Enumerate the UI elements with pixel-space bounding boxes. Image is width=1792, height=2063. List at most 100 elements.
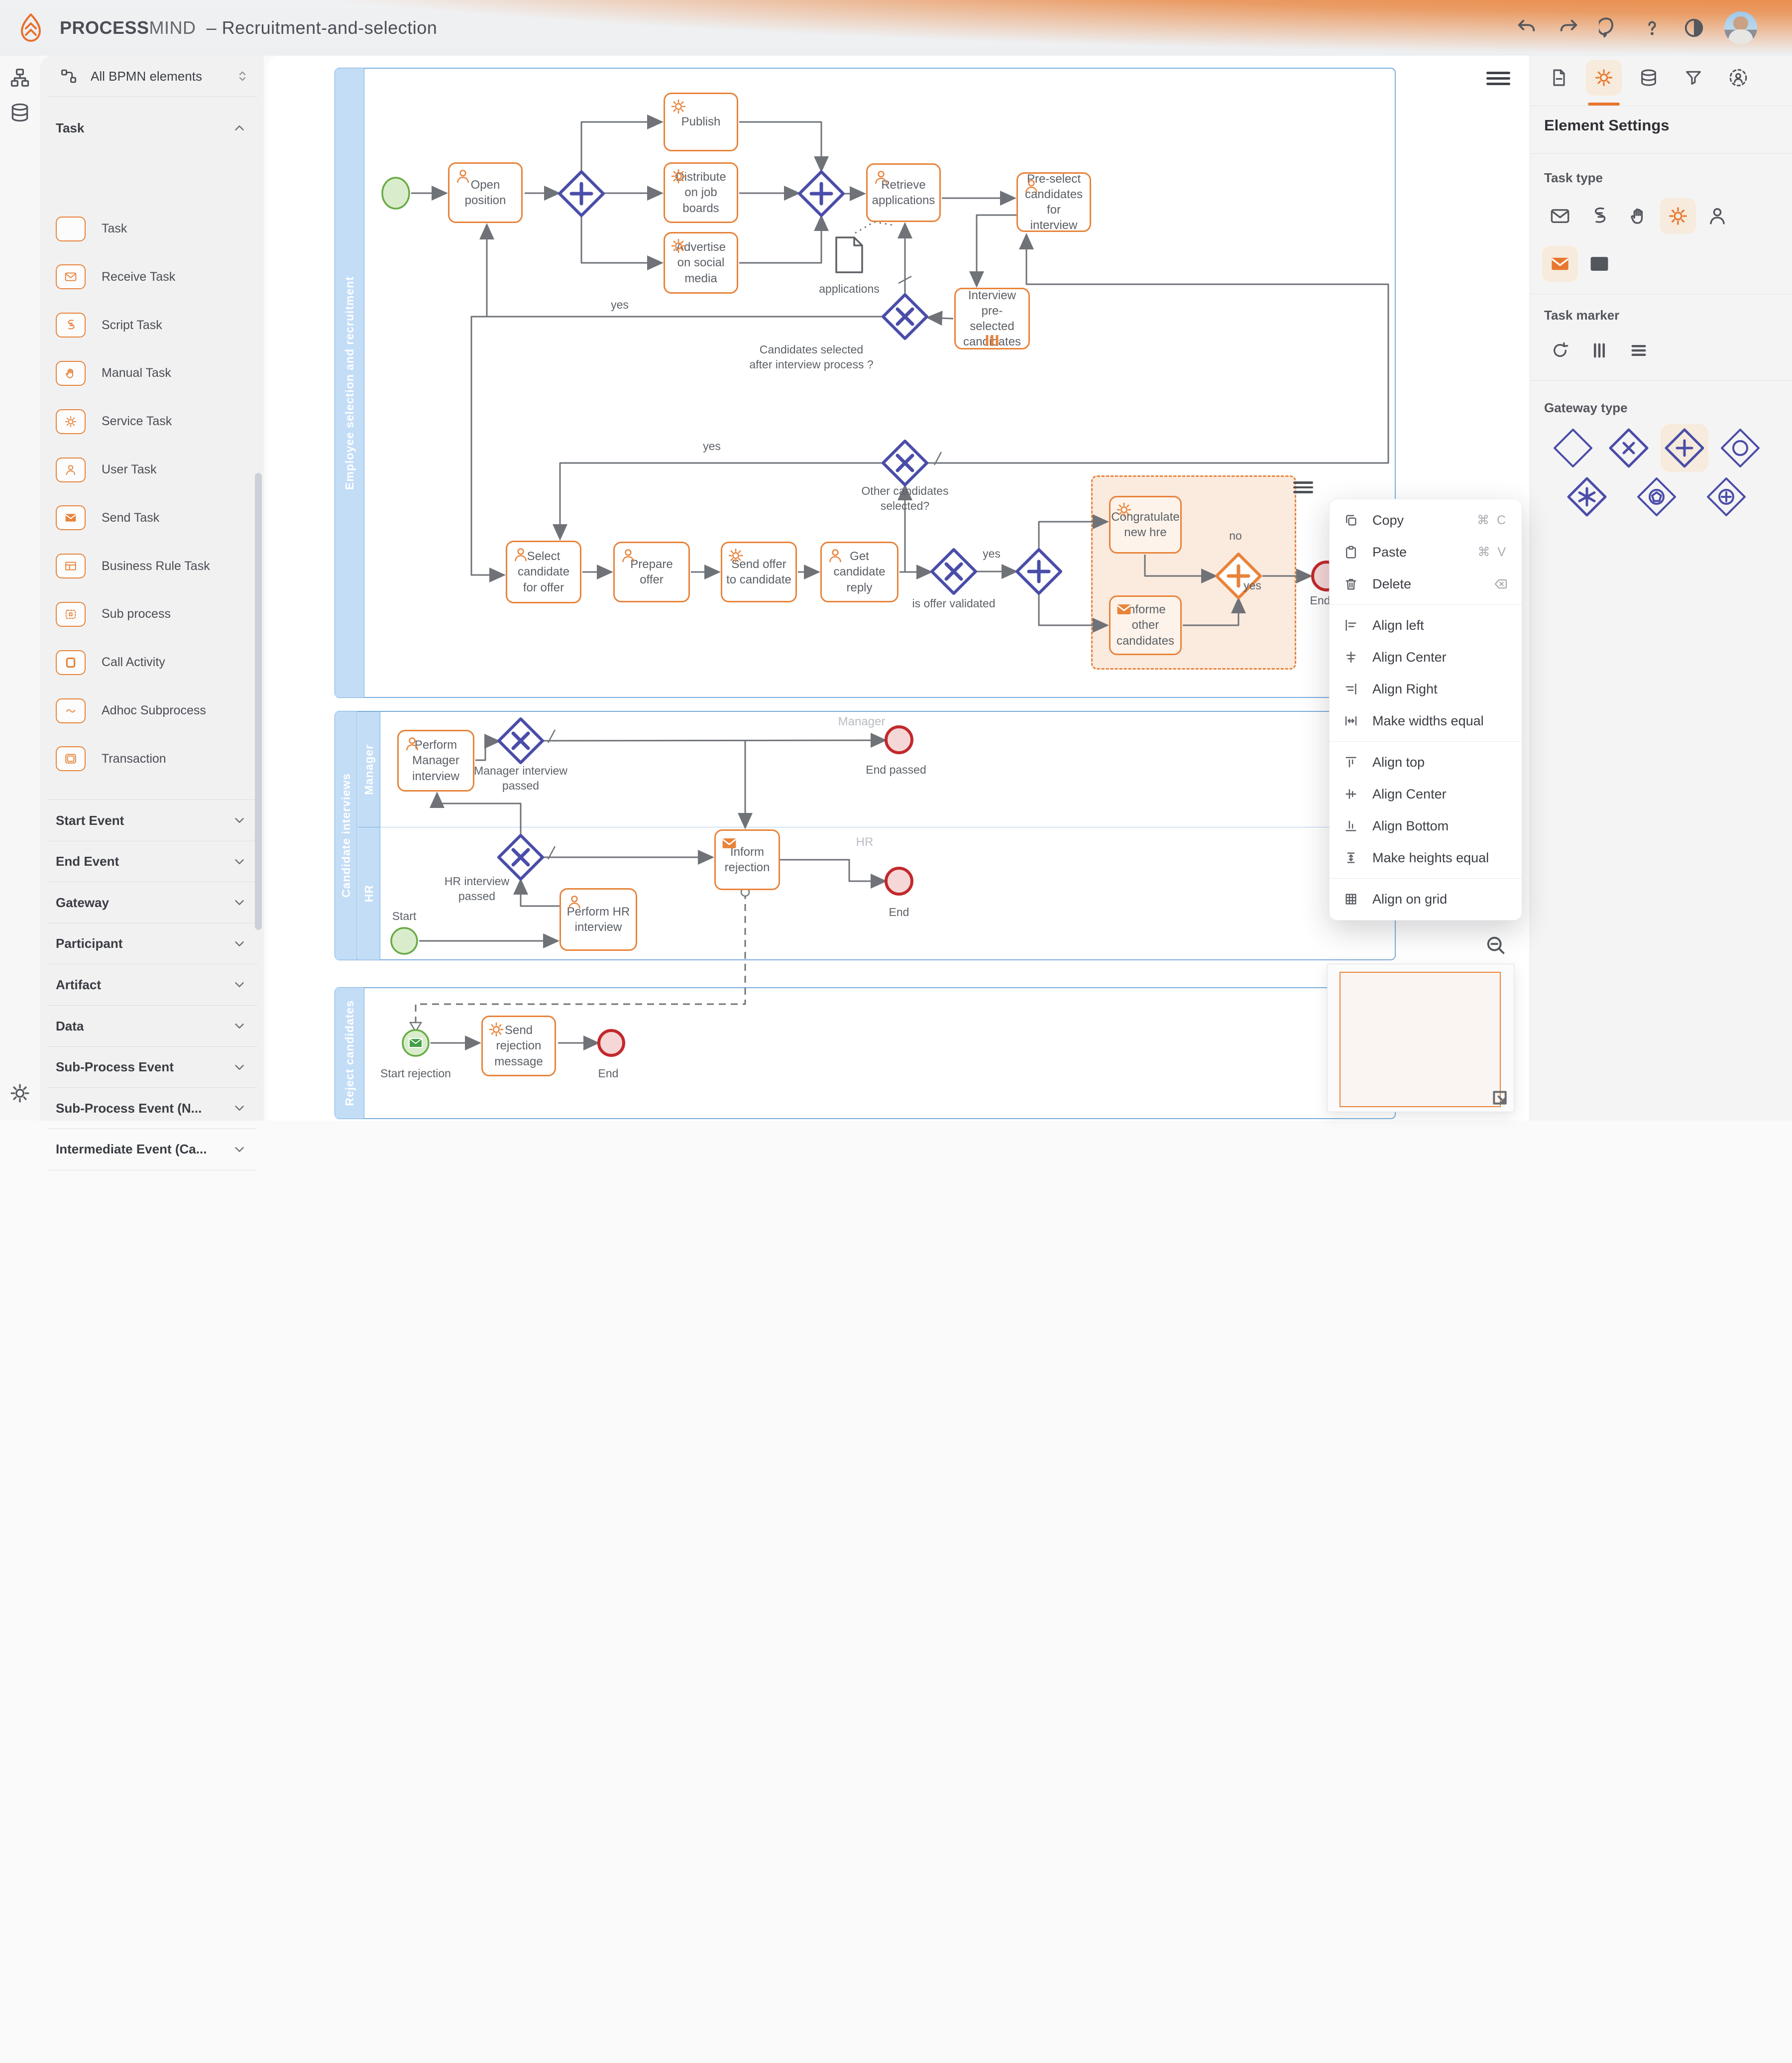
task-prepare-offer[interactable]: Prepare offer xyxy=(613,542,690,602)
palette-item-manual-task[interactable]: Manual Task xyxy=(40,349,264,397)
theme-contrast-icon[interactable] xyxy=(1682,16,1705,39)
database-icon[interactable] xyxy=(9,102,31,123)
palette-section-participant[interactable]: Participant xyxy=(40,923,264,964)
sequence-flow[interactable] xyxy=(929,318,953,319)
menu-item-align-top[interactable]: Align top xyxy=(1330,746,1522,778)
task-type-receive[interactable] xyxy=(1542,198,1578,234)
palette-section-intermediate-event-ca-[interactable]: Intermediate Event (Ca... xyxy=(40,1129,264,1170)
gateway-type-asterisk[interactable] xyxy=(1563,473,1611,521)
palette-section-data[interactable]: Data xyxy=(40,1006,264,1046)
undo-icon[interactable] xyxy=(1515,16,1538,39)
palette-section-gateway[interactable]: Gateway xyxy=(40,882,264,923)
palette-item-service-task[interactable]: Service Task xyxy=(40,397,264,446)
tab-database[interactable] xyxy=(1631,60,1667,96)
redo-icon[interactable] xyxy=(1557,16,1580,39)
task-open-position[interactable]: Open position xyxy=(448,162,523,223)
task-publish[interactable]: Publish xyxy=(664,93,738,151)
sequence-flow[interactable] xyxy=(581,122,661,173)
tab-doc[interactable] xyxy=(1541,60,1577,96)
palette-section-sub-process-event[interactable]: Sub-Process Event xyxy=(40,1047,264,1088)
settings-gear-icon[interactable] xyxy=(9,1082,31,1104)
sequence-flow[interactable] xyxy=(543,740,884,741)
tab-gear[interactable] xyxy=(1586,60,1622,96)
palette-section-artifact[interactable]: Artifact xyxy=(40,964,264,1005)
gateway-hr-interview-gw[interactable] xyxy=(499,835,543,879)
task-congratulate-new-hire[interactable]: Congratulate new hre xyxy=(1109,496,1182,554)
menu-item-align-bottom[interactable]: Align Bottom xyxy=(1330,810,1522,842)
tab-person-dashed[interactable] xyxy=(1720,60,1756,96)
sequence-flow[interactable] xyxy=(739,122,821,170)
minimap-resize-icon[interactable] xyxy=(1490,1088,1510,1108)
sequence-flow[interactable] xyxy=(581,215,661,263)
gateway-other-candidates[interactable] xyxy=(883,441,927,485)
selection-context-menu-icon[interactable] xyxy=(1293,479,1313,496)
task-perform-hr-interview[interactable]: Perform HR interview xyxy=(560,888,637,951)
gateway-split-final[interactable] xyxy=(1017,550,1061,593)
task-type-send[interactable] xyxy=(1542,246,1578,282)
canvas-menu-icon[interactable] xyxy=(1486,69,1510,90)
task-select-candidate[interactable]: Select candidate for offer xyxy=(506,541,581,603)
event-end-hr[interactable] xyxy=(886,868,912,894)
gateway-type-plus[interactable] xyxy=(1661,424,1708,472)
gateway-type-x[interactable] xyxy=(1605,424,1653,472)
task-inform-rejection[interactable]: Inform rejection xyxy=(714,829,780,890)
sequence-flow[interactable] xyxy=(521,881,560,906)
palette-section-sub-process-event-n-[interactable]: Sub-Process Event (N... xyxy=(40,1088,264,1129)
sequence-flow[interactable] xyxy=(1039,522,1106,549)
task-type-business[interactable] xyxy=(1581,246,1617,282)
gateway-type-circle[interactable] xyxy=(1716,424,1764,472)
gateway-candidates-selected[interactable] xyxy=(883,295,927,339)
minimap[interactable] xyxy=(1327,964,1514,1112)
palette-item-transaction[interactable]: Transaction xyxy=(40,735,264,783)
sequence-flow[interactable] xyxy=(780,860,884,881)
menu-item-align-center[interactable]: Align Center xyxy=(1330,641,1522,673)
palette-item-script-task[interactable]: Script Task xyxy=(40,301,264,349)
task-type-service[interactable] xyxy=(1660,198,1696,234)
sequence-flow[interactable] xyxy=(1145,555,1215,576)
menu-item-delete[interactable]: Delete xyxy=(1330,568,1522,600)
task-send-offer[interactable]: Send offer to candidate xyxy=(721,542,797,602)
task-distribute-job-boards[interactable]: Distribute on job boards xyxy=(664,162,738,223)
palette-item-sub-process[interactable]: Sub process xyxy=(40,590,264,638)
palette-section-start-event[interactable]: Start Event xyxy=(40,800,264,841)
menu-item-paste[interactable]: Paste⌘ V xyxy=(1330,536,1522,568)
gateway-type-none[interactable] xyxy=(1549,424,1597,472)
task-type-user[interactable] xyxy=(1699,198,1735,234)
zoom-out-icon[interactable] xyxy=(1484,934,1507,957)
task-interview-preselected[interactable]: Interview pre-selected candidates xyxy=(954,288,1030,349)
sequence-flow[interactable] xyxy=(977,215,1016,285)
menu-item-align-left[interactable]: Align left xyxy=(1330,609,1522,641)
event-start-main[interactable] xyxy=(382,178,409,209)
event-end-rejection[interactable] xyxy=(599,1031,624,1055)
gateway-split-publish[interactable] xyxy=(560,172,603,216)
association[interactable] xyxy=(855,222,893,233)
sequence-flow[interactable] xyxy=(1183,600,1238,625)
sequence-flow[interactable] xyxy=(437,795,521,835)
task-perform-manager-interview[interactable]: Perform Manager interview xyxy=(397,730,474,792)
gateway-join-publish[interactable] xyxy=(799,172,843,216)
sequence-flow[interactable] xyxy=(475,741,498,760)
palette-filter-dropdown[interactable]: All BPMN elements xyxy=(40,56,264,97)
sequence-flow[interactable] xyxy=(1039,594,1106,625)
gateway-manager-interview-gw[interactable] xyxy=(499,719,543,763)
menu-item-copy[interactable]: Copy⌘ C xyxy=(1330,504,1522,536)
palette-item-user-task[interactable]: User Task xyxy=(40,446,264,494)
data-object-applications[interactable] xyxy=(836,237,862,272)
gateway-offer-validated[interactable] xyxy=(932,550,976,593)
palette-item-task[interactable]: Task xyxy=(40,205,264,253)
avatar[interactable] xyxy=(1724,11,1757,44)
task-marker-parallel[interactable] xyxy=(1581,333,1617,368)
task-inform-other-candidates[interactable]: Informe other candidates xyxy=(1109,595,1182,655)
task-marker-loop[interactable] xyxy=(1542,333,1578,368)
comments-icon[interactable] xyxy=(1599,16,1622,39)
event-start-hr[interactable] xyxy=(391,928,417,954)
help-icon[interactable] xyxy=(1641,16,1664,39)
palette-scrollbar[interactable] xyxy=(255,473,262,930)
task-get-candidate-reply[interactable]: Get candidate reply xyxy=(820,542,898,602)
menu-item-make-widths-equal[interactable]: Make widths equal xyxy=(1330,705,1522,737)
menu-item-align-center[interactable]: Align Center xyxy=(1330,778,1522,810)
gateway-type-cross-circle[interactable] xyxy=(1702,473,1750,521)
hierarchy-icon[interactable] xyxy=(9,67,31,89)
palette-item-call-activity[interactable]: Call Activity xyxy=(40,638,264,687)
menu-item-align-right[interactable]: Align Right xyxy=(1330,673,1522,705)
